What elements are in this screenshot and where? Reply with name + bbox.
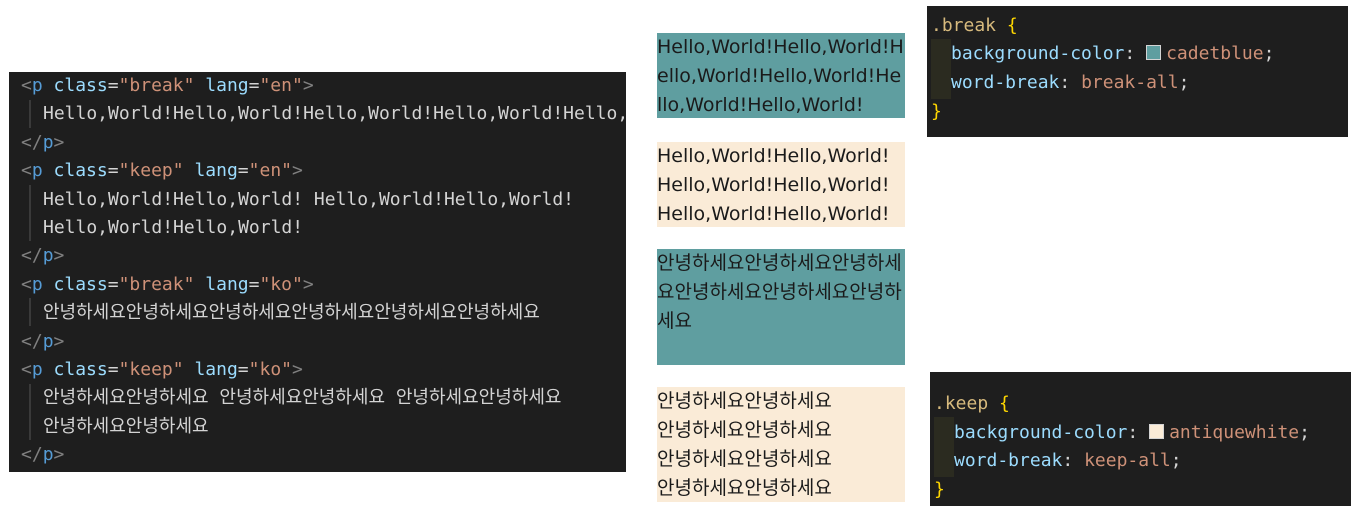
attr-equals: = bbox=[248, 75, 260, 96]
text-content: 안녕하세요안녕하세요 안녕하세요안녕하세요 안녕하세요안녕하세요 bbox=[43, 387, 562, 409]
attr-name: class bbox=[53, 273, 108, 295]
tag-bracket: </ bbox=[21, 330, 43, 352]
attr-name: class bbox=[53, 75, 108, 96]
css-rule-header[interactable]: .break { bbox=[931, 12, 1018, 40]
css-declaration[interactable]: word-break: keep-all; bbox=[932, 447, 1182, 475]
attr-equals: = bbox=[107, 160, 119, 182]
tag-bracket: < bbox=[21, 359, 32, 380]
code-line[interactable]: </p> bbox=[21, 328, 64, 356]
tag-bracket: > bbox=[302, 75, 314, 96]
css-break-panel: .break { background-color: cadetblue; wo… bbox=[927, 6, 1348, 137]
attr-value: "ko" bbox=[248, 359, 292, 380]
attr-equals: = bbox=[237, 359, 249, 380]
css-rule-header[interactable]: .keep { bbox=[934, 390, 1010, 418]
css-value: break-all bbox=[1081, 72, 1179, 93]
css-rule-footer: } bbox=[934, 476, 945, 504]
attr-value: "keep" bbox=[118, 359, 184, 380]
attr-value: "en" bbox=[248, 160, 292, 182]
css-property: word-break bbox=[951, 72, 1060, 93]
text-content: Hello,World!Hello,World! bbox=[43, 217, 304, 238]
css-value: cadetblue bbox=[1166, 43, 1264, 64]
css-declaration[interactable]: background-color: cadetblue; bbox=[929, 40, 1274, 68]
tag-name: p bbox=[31, 359, 43, 380]
tag-bracket: < bbox=[21, 75, 32, 96]
attr-name: lang bbox=[205, 273, 249, 295]
code-line[interactable]: <p class="keep" lang="en"> bbox=[21, 157, 303, 185]
code-line[interactable]: </p> bbox=[21, 441, 64, 469]
close-brace: } bbox=[934, 479, 945, 500]
tag-bracket: > bbox=[53, 330, 65, 352]
css-selector: .break bbox=[931, 15, 997, 36]
tag-bracket: < bbox=[21, 160, 32, 182]
css-value: antiquewhite bbox=[1169, 422, 1300, 443]
text-content: 안녕하세요안녕하세요 bbox=[43, 415, 209, 437]
preview-break-en: Hello,World!Hello,World!Hello,World!Hell… bbox=[657, 33, 905, 118]
tag-bracket: > bbox=[302, 273, 314, 295]
code-line[interactable]: Hello,World!Hello,World! bbox=[21, 214, 303, 242]
text-content: Hello,World!Hello,World! Hello,World!Hel… bbox=[43, 188, 575, 210]
attr-name: class bbox=[53, 359, 108, 380]
attr-equals: = bbox=[237, 160, 249, 182]
tag-name: p bbox=[31, 75, 43, 96]
tag-bracket: > bbox=[292, 359, 303, 380]
attr-value: "ko" bbox=[259, 273, 303, 295]
css-declaration[interactable]: word-break: break-all; bbox=[929, 69, 1189, 97]
tag-name: p bbox=[42, 444, 54, 466]
attr-equals: = bbox=[107, 75, 119, 96]
attr-name: class bbox=[53, 160, 108, 182]
code-line[interactable]: Hello,World!Hello,World! Hello,World!Hel… bbox=[21, 186, 574, 214]
tag-bracket: > bbox=[292, 160, 303, 182]
text-content: Hello,World!Hello,World!Hello,World!Hell… bbox=[43, 103, 626, 125]
tag-bracket: > bbox=[53, 131, 65, 153]
tag-bracket: </ bbox=[21, 131, 43, 153]
tag-name: p bbox=[31, 160, 43, 182]
css-selector: .keep bbox=[934, 393, 989, 414]
css-keep-panel: .keep { background-color: antiquewhite; … bbox=[930, 372, 1351, 506]
code-line[interactable]: <p class="break" lang="en"> bbox=[21, 72, 314, 100]
code-line[interactable]: <p class="break" lang="ko"> bbox=[21, 271, 314, 299]
tag-bracket: </ bbox=[21, 444, 43, 466]
color-swatch-icon[interactable] bbox=[1149, 424, 1165, 439]
code-line[interactable]: Hello,World!Hello,World!Hello,World!Hell… bbox=[21, 100, 626, 128]
code-line[interactable]: 안녕하세요안녕하세요 bbox=[21, 413, 209, 441]
css-property: background-color bbox=[954, 422, 1128, 443]
css-property: word-break bbox=[954, 450, 1063, 471]
code-line[interactable]: <p class="keep" lang="ko"> bbox=[21, 356, 303, 384]
css-value: keep-all bbox=[1084, 450, 1171, 471]
css-rule-footer: } bbox=[931, 98, 942, 126]
attr-name: lang bbox=[194, 160, 238, 182]
preview-keep-ko: 안녕하세요안녕하세요 안녕하세요안녕하세요 안녕하세요안녕하세요 안녕하세요안녕… bbox=[657, 387, 905, 502]
color-swatch-icon[interactable] bbox=[1146, 45, 1162, 60]
code-line[interactable]: 안녕하세요안녕하세요안녕하세요안녕하세요안녕하세요안녕하세요 bbox=[21, 299, 540, 327]
tag-bracket: < bbox=[21, 273, 32, 295]
tag-bracket: </ bbox=[21, 245, 43, 267]
tag-name: p bbox=[42, 131, 54, 153]
attr-name: lang bbox=[205, 75, 249, 96]
tag-name: p bbox=[31, 273, 43, 295]
attr-equals: = bbox=[107, 273, 119, 295]
tag-bracket: > bbox=[53, 444, 65, 466]
attr-value: "keep" bbox=[118, 160, 184, 182]
attr-name: lang bbox=[194, 359, 238, 380]
tag-name: p bbox=[42, 330, 54, 352]
text-content: 안녕하세요안녕하세요안녕하세요안녕하세요안녕하세요안녕하세요 bbox=[43, 302, 540, 324]
css-declaration[interactable]: background-color: antiquewhite; bbox=[932, 419, 1310, 447]
code-line[interactable]: 안녕하세요안녕하세요 안녕하세요안녕하세요 안녕하세요안녕하세요 bbox=[21, 384, 561, 412]
tag-bracket: > bbox=[53, 245, 65, 267]
attr-value: "en" bbox=[259, 75, 303, 96]
attr-equals: = bbox=[248, 273, 260, 295]
css-property: background-color bbox=[951, 43, 1125, 64]
open-brace: { bbox=[999, 393, 1010, 414]
close-brace: } bbox=[931, 101, 942, 122]
attr-equals: = bbox=[107, 359, 119, 380]
preview-break-ko: 안녕하세요안녕하세요안녕하세요안녕하세요안녕하세요안녕하세요 bbox=[657, 249, 905, 365]
code-line[interactable]: </p> bbox=[21, 129, 64, 157]
open-brace: { bbox=[1006, 15, 1018, 36]
attr-value: "break" bbox=[118, 273, 195, 295]
html-code-panel: <p class="break" lang="en"> Hello,World!H… bbox=[9, 72, 626, 472]
tag-name: p bbox=[42, 245, 54, 267]
preview-keep-en: Hello,World!Hello,World! Hello,World!Hel… bbox=[657, 142, 905, 227]
attr-value: "break" bbox=[118, 75, 195, 96]
code-line[interactable]: </p> bbox=[21, 242, 64, 270]
